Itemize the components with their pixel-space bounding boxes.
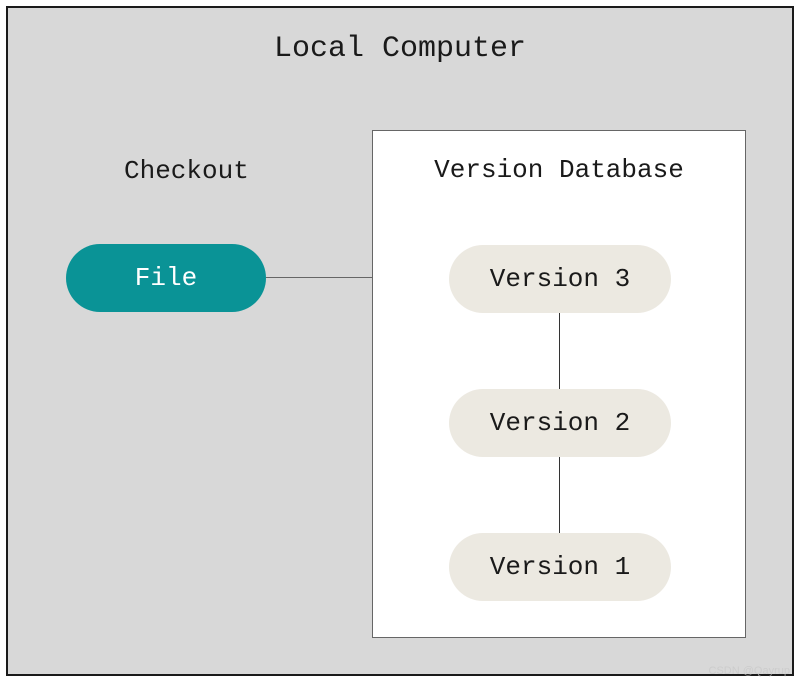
checkout-label: Checkout	[124, 156, 249, 186]
version-1-node: Version 1	[449, 533, 671, 601]
connector-v2-v1	[559, 457, 560, 533]
local-computer-frame: Local Computer Checkout File Version Dat…	[6, 6, 794, 676]
version-2-node: Version 2	[449, 389, 671, 457]
version-database-box: Version Database Version 3 Version 2 Ver…	[372, 130, 746, 638]
connector-v3-v2	[559, 313, 560, 389]
diagram-title: Local Computer	[8, 32, 792, 66]
file-node: File	[66, 244, 266, 312]
version-database-title: Version Database	[373, 155, 745, 185]
watermark-text: CSDN @Qayrup	[709, 665, 790, 677]
version-3-node: Version 3	[449, 245, 671, 313]
